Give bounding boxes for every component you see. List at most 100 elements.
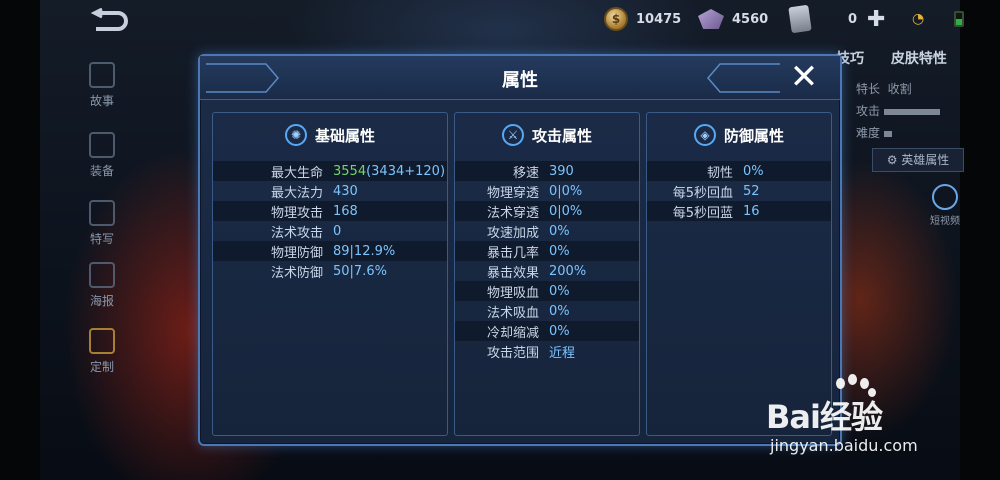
attribute-row: 法术穿透 0|0% — [455, 201, 639, 221]
attribute-label: 物理吸血 — [486, 285, 539, 301]
attribute-row: 法术攻击 0 — [213, 221, 447, 241]
nav-item-label: 定制 — [89, 360, 114, 374]
attribute-label: 攻速加成 — [486, 225, 539, 241]
armor-icon — [89, 132, 115, 158]
panel-basic-attributes: ✺ 基础属性 最大生命 3554(3434+120) 最大法力 430 物理攻击… — [212, 112, 448, 436]
attribute-value: 50|7.6% — [333, 263, 387, 279]
attribute-value: 52 — [743, 183, 760, 199]
custom-icon — [89, 328, 115, 354]
nav-item-equipment[interactable]: 装备 — [72, 132, 132, 188]
attribute-label: 每5秒回蓝 — [672, 205, 733, 221]
play-icon — [932, 184, 958, 210]
add-ticket-icon[interactable]: ✚ — [867, 7, 885, 32]
attribute-label: 法术攻击 — [270, 225, 323, 241]
dialog-header: 属性 ✕ — [200, 56, 840, 100]
nav-item-label: 特写 — [89, 232, 114, 246]
attribute-row: 法术吸血 0% — [455, 301, 639, 321]
right-tabs: 技巧 皮肤特性 — [836, 48, 966, 68]
attribute-value: 0|0% — [549, 183, 583, 199]
attribute-row: 攻击范围 近程 — [455, 341, 639, 361]
gem-value: 4560 — [732, 11, 769, 27]
attribute-row: 冷却缩减 0% — [455, 321, 639, 341]
paw-icon — [836, 378, 845, 389]
hero-attributes-label: 英雄属性 — [901, 153, 950, 167]
attribute-row: 物理吸血 0% — [455, 281, 639, 301]
letterbox-left — [0, 0, 40, 480]
book-icon — [89, 62, 115, 88]
attribute-label: 每5秒回血 — [672, 185, 733, 201]
attribute-value: 0|0% — [549, 203, 583, 219]
gem-icon — [698, 9, 724, 29]
attribute-label: 物理攻击 — [270, 205, 323, 221]
poster-icon — [89, 262, 115, 288]
gear-icon: ⚙ — [886, 153, 898, 167]
info-label: 难度 — [856, 126, 881, 140]
nav-item-label: 装备 — [89, 164, 114, 178]
paw-toe — [860, 378, 869, 389]
attribute-value: 200% — [549, 263, 587, 279]
attribute-breakdown: (3434+120) — [366, 163, 446, 179]
ticket-counter[interactable]: 0 ✚ — [788, 4, 885, 34]
attribute-label: 韧性 — [706, 165, 733, 181]
panel-title: 防御属性 — [723, 126, 784, 145]
attribute-label: 暴击效果 — [486, 265, 539, 281]
attribute-label: 最大生命 — [270, 165, 323, 181]
nav-item-custom[interactable]: 定制 — [72, 328, 132, 384]
attribute-row: 最大法力 430 — [213, 181, 447, 201]
attribute-value: 0% — [549, 243, 570, 259]
attribute-value: 430 — [333, 183, 358, 199]
panel-header: ◈ 防御属性 — [647, 113, 831, 157]
attribute-row: 物理防御 89|12.9% — [213, 241, 447, 261]
gold-value: 10475 — [636, 11, 682, 27]
attribute-row: 韧性 0% — [647, 161, 831, 181]
resource-bar: $ 10475 4560 0 ✚ ◔ — [600, 4, 980, 34]
attribute-label: 物理防御 — [270, 245, 323, 261]
battery-status — [954, 6, 964, 32]
info-label: 特长 — [856, 82, 881, 96]
attribute-label: 物理穿透 — [486, 185, 539, 201]
info-label: 攻击 — [856, 104, 881, 118]
attribute-row: 每5秒回血 52 — [647, 181, 831, 201]
hero-attributes-button[interactable]: ⚙ 英雄属性 — [872, 148, 964, 172]
attribute-label: 法术穿透 — [486, 205, 539, 221]
attribute-row: 每5秒回蓝 16 — [647, 201, 831, 221]
attribute-value: 168 — [333, 203, 358, 219]
watermark-brand: Bai经验 — [766, 398, 883, 436]
attribute-value: 16 — [743, 203, 760, 219]
attribute-list: 移速 390 物理穿透 0|0% 法术穿透 0|0% 攻速加成 0% 暴击几率 0% 暴击… — [455, 161, 639, 361]
attribute-row: 物理穿透 0|0% — [455, 181, 639, 201]
person-icon — [89, 200, 115, 226]
gem-counter: 4560 — [698, 6, 768, 32]
gear-icon: ✺ — [284, 124, 307, 146]
attribute-row: 移速 390 — [455, 161, 639, 181]
nav-item-closeup[interactable]: 特写 — [72, 200, 132, 256]
attribute-value: 390 — [549, 163, 574, 179]
short-video-button[interactable]: 短视频 — [926, 184, 964, 228]
wifi-icon: ◔ — [912, 11, 925, 27]
attribute-label: 法术防御 — [270, 265, 323, 281]
attribute-value: 近程 — [549, 345, 576, 361]
back-button[interactable] — [88, 7, 132, 34]
attribute-row: 法术防御 50|7.6% — [213, 261, 447, 281]
attribute-row: 暴击效果 200% — [455, 261, 639, 281]
attribute-value: 89|12.9% — [333, 243, 396, 259]
attribute-value: 0% — [549, 223, 570, 239]
attribute-label: 最大法力 — [270, 185, 323, 201]
battery-icon — [954, 11, 964, 27]
tab-skin-features[interactable]: 皮肤特性 — [891, 51, 947, 67]
nav-item-poster[interactable]: 海报 — [72, 262, 132, 318]
attribute-value: 0% — [549, 283, 570, 299]
gold-counter: $ 10475 — [604, 6, 681, 32]
panel-attack-attributes: ⚔ 攻击属性 移速 390 物理穿透 0|0% 法术穿透 0|0% 攻速加成 0% 暴击… — [454, 112, 640, 436]
ticket-value: 0 — [848, 11, 858, 27]
ticket-icon — [788, 4, 812, 34]
shield-icon: ◈ — [693, 124, 716, 146]
sword-icon: ⚔ — [501, 124, 524, 146]
attribute-value: 0% — [549, 303, 570, 319]
letterbox-right — [960, 0, 1000, 480]
attribute-value: 0% — [549, 323, 570, 339]
nav-item-story[interactable]: 故事 — [72, 62, 132, 118]
attributes-dialog: 属性 ✕ ✺ 基础属性 最大生命 3554(3434+120) 最大法力 430… — [198, 54, 842, 446]
nav-item-label: 海报 — [89, 294, 114, 308]
close-button[interactable]: ✕ — [786, 60, 822, 96]
